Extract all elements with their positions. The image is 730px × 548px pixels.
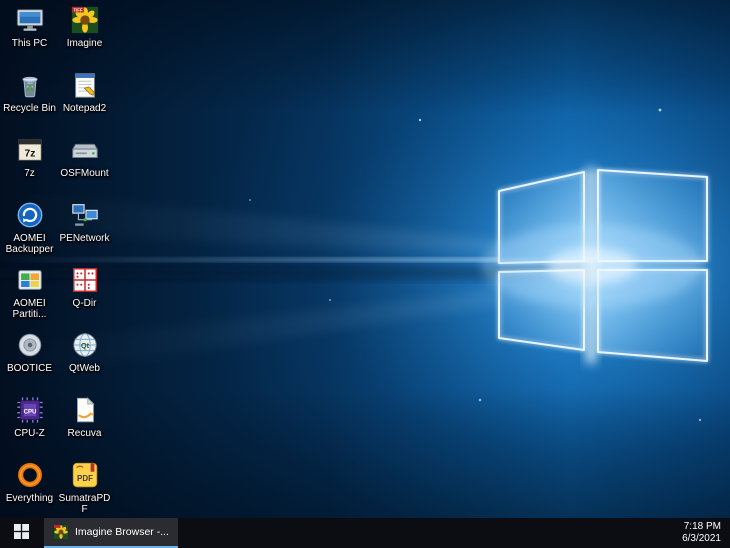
desktop-icons: This PC Recycle Bin 7z 7z AOMEI Backuppe… <box>2 2 112 522</box>
desktop-icon-label: QtWeb <box>69 363 100 374</box>
desktop-icon-recycle-bin[interactable]: Recycle Bin <box>2 67 57 132</box>
start-button[interactable] <box>0 518 42 548</box>
desktop-icon-label: AOMEI Partiti... <box>2 298 57 320</box>
aomei-backupper-icon <box>15 200 45 230</box>
desktop-icon-label: BOOTICE <box>7 363 52 374</box>
svg-text:CPU: CPU <box>23 408 36 415</box>
desktop-icon-label: Q-Dir <box>73 298 97 309</box>
taskbar-item-label: Imagine Browser -... <box>75 526 169 538</box>
recuva-icon <box>70 395 100 425</box>
svg-text:7z: 7z <box>24 149 35 160</box>
taskbar-item-imagine-browser[interactable]: Imagine Browser -... <box>44 518 178 548</box>
desktop-icon-label: Imagine <box>67 38 103 49</box>
osfmount-icon <box>70 135 100 165</box>
sumatrapdf-icon: PDF <box>70 460 100 490</box>
desktop-icon-label: AOMEI Backupper <box>2 233 57 255</box>
desktop-icon-label: 7z <box>24 168 35 179</box>
taskbar: Imagine Browser -... 7:18 PM 6/3/2021 <box>0 518 730 548</box>
desktop-icon-aomei-partition[interactable]: AOMEI Partiti... <box>2 262 57 327</box>
qtweb-icon: Qt <box>70 330 100 360</box>
desktop-icon-label: OSFMount <box>60 168 108 179</box>
recycle-bin-icon <box>15 70 45 100</box>
desktop-icon-q-dir[interactable]: Q-Dir <box>57 262 112 327</box>
desktop-icon-bootice[interactable]: BOOTICE <box>2 327 57 392</box>
this-pc-icon <box>15 5 45 35</box>
desktop-icon-label: Recycle Bin <box>3 103 56 114</box>
clock-time: 7:18 PM <box>682 521 721 533</box>
svg-text:Qt: Qt <box>80 341 89 350</box>
desktop-icon-label: PENetwork <box>59 233 109 244</box>
penetwork-icon <box>70 200 100 230</box>
desktop-icon-notepad2[interactable]: Notepad2 <box>57 67 112 132</box>
windows-logo-icon <box>14 524 29 542</box>
cpu-z-icon: CPU <box>15 395 45 425</box>
desktop-icon-label: SumatraPDF <box>57 493 113 515</box>
desktop-icon-label: CPU-Z <box>14 428 45 439</box>
svg-text:PDF: PDF <box>77 474 93 483</box>
desktop-icon-everything[interactable]: Everything <box>2 457 57 522</box>
desktop-icon-aomei-backupper[interactable]: AOMEI Backupper <box>2 197 57 262</box>
desktop-icon-sumatrapdf[interactable]: PDF SumatraPDF <box>57 457 112 522</box>
clock-date: 6/3/2021 <box>682 533 721 545</box>
desktop-icon-imagine[interactable]: TIFF Imagine <box>57 2 112 67</box>
q-dir-icon <box>70 265 100 295</box>
imagine-icon <box>53 524 69 540</box>
desktop-icon-qtweb[interactable]: Qt QtWeb <box>57 327 112 392</box>
7zip-icon: 7z <box>15 135 45 165</box>
desktop-icon-osfmount[interactable]: OSFMount <box>57 132 112 197</box>
svg-text:TIFF: TIFF <box>73 7 82 12</box>
windows-desktop: This PC Recycle Bin 7z 7z AOMEI Backuppe… <box>0 0 730 548</box>
desktop-icon-label: Recuva <box>68 428 102 439</box>
bootice-icon <box>15 330 45 360</box>
desktop-icon-label: Notepad2 <box>63 103 106 114</box>
taskbar-clock[interactable]: 7:18 PM 6/3/2021 <box>673 518 730 548</box>
everything-icon <box>15 460 45 490</box>
desktop-icon-cpu-z[interactable]: CPU CPU-Z <box>2 392 57 457</box>
desktop-icon-penetwork[interactable]: PENetwork <box>57 197 112 262</box>
notepad2-icon <box>70 70 100 100</box>
aomei-partition-icon <box>15 265 45 295</box>
desktop-icon-recuva[interactable]: Recuva <box>57 392 112 457</box>
desktop-icon-7z[interactable]: 7z 7z <box>2 132 57 197</box>
desktop-icon-label: This PC <box>12 38 48 49</box>
imagine-icon: TIFF <box>70 5 100 35</box>
desktop-icon-label: Everything <box>6 493 53 504</box>
desktop-icon-this-pc[interactable]: This PC <box>2 2 57 67</box>
